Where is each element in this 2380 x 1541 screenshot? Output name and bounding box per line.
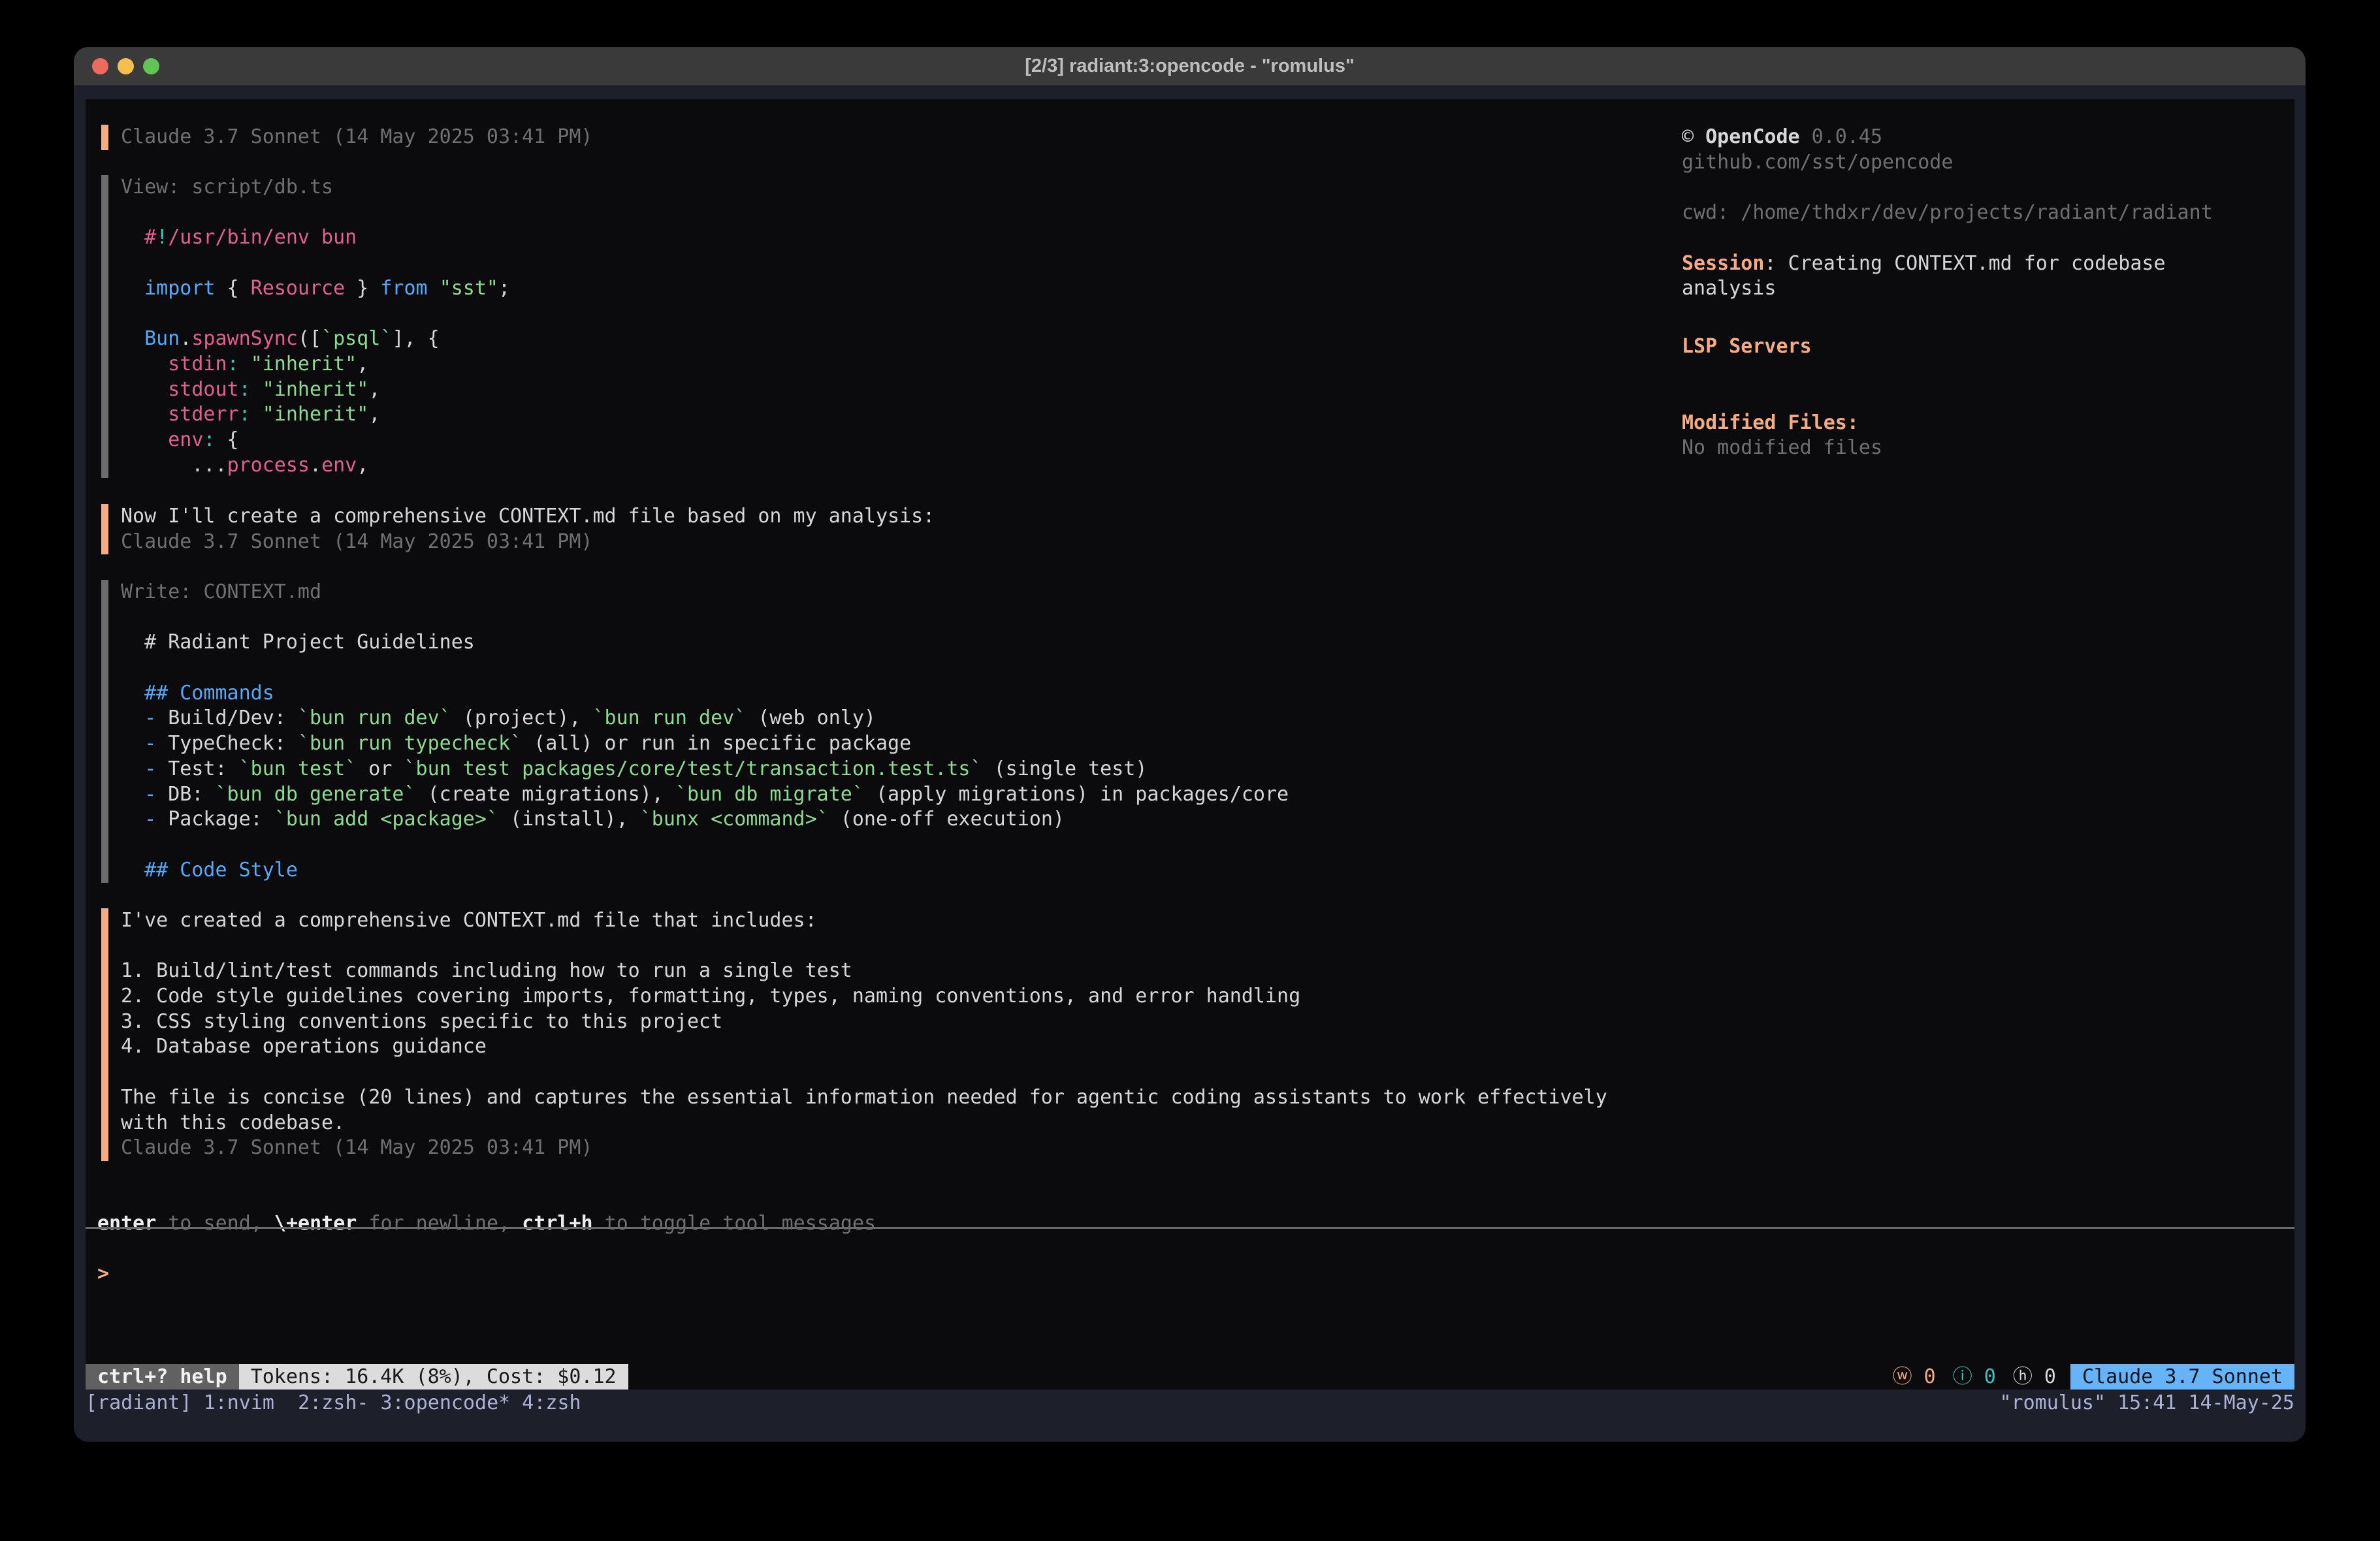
chat-line: ...process.env, bbox=[121, 453, 510, 479]
chat-line: Bun.spawnSync([`psql`], { bbox=[121, 326, 510, 352]
chat-line: stdin: "inherit", bbox=[121, 352, 510, 377]
chat-line: 1. Build/lint/test commands including ho… bbox=[121, 959, 1607, 984]
prompt-input[interactable]: > bbox=[97, 1262, 109, 1287]
help-badge[interactable]: ctrl+? help bbox=[86, 1364, 239, 1390]
chat-line: ## Code Style bbox=[121, 858, 1289, 883]
window-title: [2/3] radiant:3:opencode - "romulus" bbox=[74, 47, 2306, 85]
chat-line bbox=[121, 833, 1289, 858]
tool-output-block: View: script/db.ts #!/usr/bin/env bun im… bbox=[101, 175, 510, 478]
chat-line: View: script/db.ts bbox=[121, 175, 510, 200]
input-divider bbox=[86, 1227, 2294, 1229]
repo-link: github.com/sst/opencode bbox=[1682, 150, 1953, 176]
chat-line bbox=[121, 251, 510, 276]
copyright-icon: © bbox=[1682, 125, 1705, 148]
chat-line: - DB: `bun db generate` (create migratio… bbox=[121, 782, 1289, 808]
chat-line: stderr: "inherit", bbox=[121, 402, 510, 428]
chat-line: #!/usr/bin/env bun bbox=[121, 225, 510, 251]
warning-icon: ⓦ bbox=[1893, 1365, 1912, 1388]
hint-icon: ⓗ bbox=[2013, 1365, 2033, 1388]
app-name: OpenCode bbox=[1705, 125, 1800, 148]
cwd-path: cwd: /home/thdxr/dev/projects/radiant/ra… bbox=[1682, 200, 2213, 226]
chat-line: env: { bbox=[121, 428, 510, 453]
status-bar: ctrl+? help Tokens: 16.4K (8%), Cost: $0… bbox=[86, 1364, 2294, 1390]
session-title: Session: Creating CONTEXT.md for codebas… bbox=[1682, 251, 2166, 277]
chat-line bbox=[121, 301, 510, 326]
input-hints: enter to send, \+enter for newline, ctrl… bbox=[97, 1211, 876, 1237]
chat-line: Claude 3.7 Sonnet (14 May 2025 03:41 PM) bbox=[121, 1136, 1607, 1161]
chat-line: Claude 3.7 Sonnet (14 May 2025 03:41 PM) bbox=[121, 125, 592, 150]
modified-files-header: Modified Files: bbox=[1682, 411, 1859, 436]
warnings-counter: ⓦ 0 bbox=[1893, 1364, 1936, 1390]
tmux-session-info: "romulus" 15:41 14-May-25 bbox=[1999, 1391, 2294, 1416]
chat-line: - Package: `bun add <package>` (install)… bbox=[121, 807, 1289, 833]
chat-message: Claude 3.7 Sonnet (14 May 2025 03:41 PM) bbox=[101, 125, 592, 150]
chat-line: The file is concise (20 lines) and captu… bbox=[121, 1085, 1607, 1111]
chat-line: stdout: "inherit", bbox=[121, 377, 510, 403]
chat-line: - Build/Dev: `bun run dev` (project), `b… bbox=[121, 706, 1289, 731]
tmux-window-list[interactable]: [radiant] 1:nvim 2:zsh- 3:opencode* 4:zs… bbox=[86, 1391, 581, 1416]
chat-line: Now I'll create a comprehensive CONTEXT.… bbox=[121, 504, 935, 530]
tool-output-block: Write: CONTEXT.md # Radiant Project Guid… bbox=[101, 580, 1289, 883]
chat-line: with this codebase. bbox=[121, 1111, 1607, 1136]
session-title-wrap: analysis bbox=[1682, 276, 1777, 302]
app-version: 0.0.45 bbox=[1800, 125, 1882, 148]
chat-line: Claude 3.7 Sonnet (14 May 2025 03:41 PM) bbox=[121, 530, 935, 555]
prompt-chevron-icon: > bbox=[97, 1262, 109, 1285]
chat-line: ## Commands bbox=[121, 681, 1289, 707]
chat-line: I've created a comprehensive CONTEXT.md … bbox=[121, 908, 1607, 934]
diagnostics-counters: ⓦ 0 ⓘ 0 ⓗ 0 bbox=[1893, 1364, 2056, 1390]
model-badge[interactable]: Claude 3.7 Sonnet bbox=[2070, 1364, 2294, 1390]
tokens-cost-badge: Tokens: 16.4K (8%), Cost: $0.12 bbox=[239, 1364, 628, 1390]
lsp-servers-header: LSP Servers bbox=[1682, 334, 1812, 360]
terminal-screen: Claude 3.7 Sonnet (14 May 2025 03:41 PM)… bbox=[86, 99, 2294, 1390]
hints-counter: ⓗ 0 bbox=[2013, 1364, 2056, 1390]
session-label: Session bbox=[1682, 252, 1764, 275]
chat-line bbox=[121, 934, 1607, 959]
modified-files-empty: No modified files bbox=[1682, 436, 1882, 461]
chat-message: Now I'll create a comprehensive CONTEXT.… bbox=[101, 504, 935, 554]
chat-line: 3. CSS styling conventions specific to t… bbox=[121, 1009, 1607, 1035]
chat-line: Write: CONTEXT.md bbox=[121, 580, 1289, 605]
tmux-status-bar: [radiant] 1:nvim 2:zsh- 3:opencode* 4:zs… bbox=[74, 1390, 2306, 1442]
chat-line bbox=[121, 1060, 1607, 1085]
chat-line: import { Resource } from "sst"; bbox=[121, 276, 510, 302]
info-counter: ⓘ 0 bbox=[1953, 1364, 1996, 1390]
chat-line: - Test: `bun test` or `bun test packages… bbox=[121, 757, 1289, 782]
chat-line bbox=[121, 200, 510, 226]
chat-line: # Radiant Project Guidelines bbox=[121, 630, 1289, 656]
chat-line bbox=[121, 605, 1289, 631]
chat-line bbox=[121, 656, 1289, 681]
chat-line: 2. Code style guidelines covering import… bbox=[121, 984, 1607, 1009]
terminal-window: [2/3] radiant:3:opencode - "romulus" Cla… bbox=[74, 47, 2306, 1442]
app-brand: © OpenCode 0.0.45 bbox=[1682, 125, 1882, 150]
chat-line: 4. Database operations guidance bbox=[121, 1034, 1607, 1060]
chat-line: - TypeCheck: `bun run typecheck` (all) o… bbox=[121, 731, 1289, 757]
chat-message: I've created a comprehensive CONTEXT.md … bbox=[101, 908, 1607, 1161]
titlebar[interactable]: [2/3] radiant:3:opencode - "romulus" bbox=[74, 47, 2306, 86]
info-icon: ⓘ bbox=[1953, 1365, 1972, 1388]
